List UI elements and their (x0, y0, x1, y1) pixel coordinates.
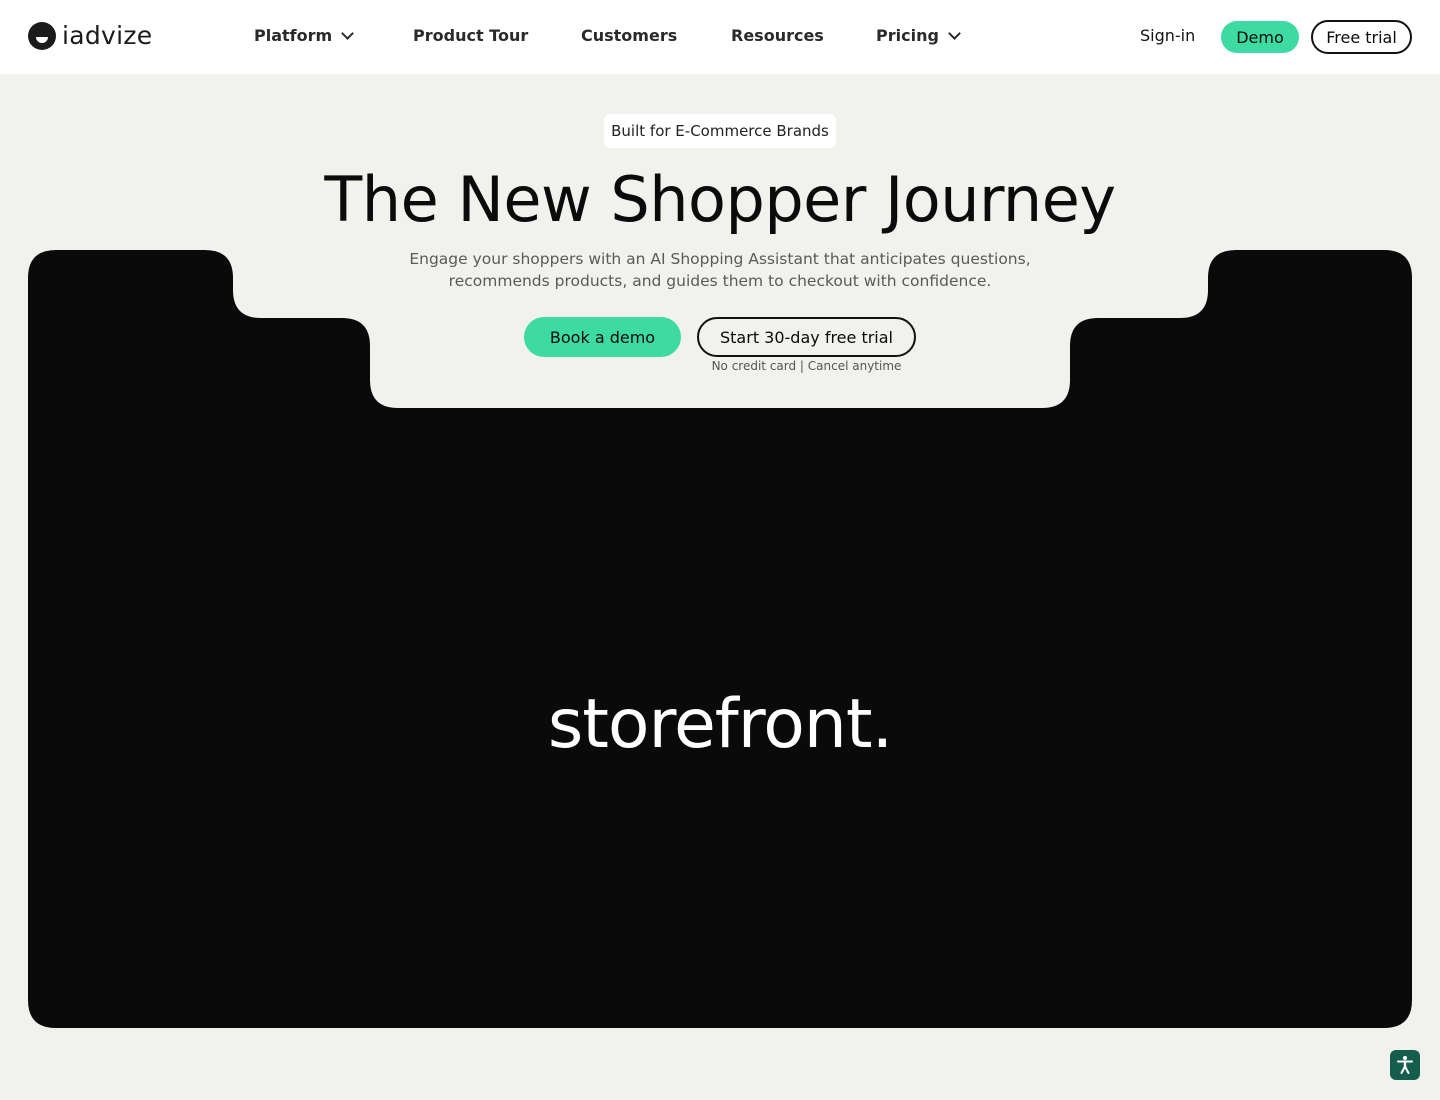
accessibility-button[interactable] (1390, 1050, 1420, 1080)
hero-subtitle-line-2: recommends products, and guides them to … (448, 272, 992, 290)
nav-item-resources[interactable]: Resources (731, 26, 824, 46)
trial-note: No credit card | Cancel anytime (711, 359, 902, 373)
media-caption: storefront. (547, 685, 893, 764)
brand-name: iadvize (62, 21, 153, 50)
logo-smile-icon (28, 22, 56, 50)
start-free-trial-button[interactable]: Start 30-day free trial (697, 317, 916, 357)
top-navigation: iadvize Platform Product Tour Customers … (0, 0, 1440, 74)
free-trial-button[interactable]: Free trial (1311, 20, 1412, 54)
sign-in-link[interactable]: Sign-in (1140, 26, 1195, 46)
brand-logo[interactable]: iadvize (28, 22, 152, 50)
nav-item-pricing[interactable]: Pricing (876, 26, 961, 46)
hero-title: The New Shopper Journey (324, 163, 1116, 236)
demo-button[interactable]: Demo (1221, 21, 1299, 53)
hero-cta-row: Book a demo Start 30-day free trial (0, 317, 1440, 357)
nav-item-platform[interactable]: Platform (254, 26, 355, 46)
nav-item-label: Product Tour (413, 26, 529, 45)
chevron-down-icon (341, 27, 355, 40)
nav-item-label: Customers (581, 26, 678, 45)
nav-item-customers[interactable]: Customers (581, 26, 677, 46)
book-demo-button[interactable]: Book a demo (524, 317, 681, 357)
nav-item-label: Platform (254, 26, 333, 45)
hero-subtitle-line-1: Engage your shoppers with an AI Shopping… (409, 250, 1031, 268)
hero-badge: Built for E-Commerce Brands (604, 114, 836, 148)
hero-subtitle: Engage your shoppers with an AI Shopping… (370, 248, 1070, 292)
accessibility-icon (1397, 1056, 1413, 1074)
nav-item-label: Pricing (876, 26, 939, 45)
nav-item-product-tour[interactable]: Product Tour (413, 26, 528, 46)
nav-item-label: Resources (731, 26, 824, 45)
chevron-down-icon (948, 27, 961, 40)
